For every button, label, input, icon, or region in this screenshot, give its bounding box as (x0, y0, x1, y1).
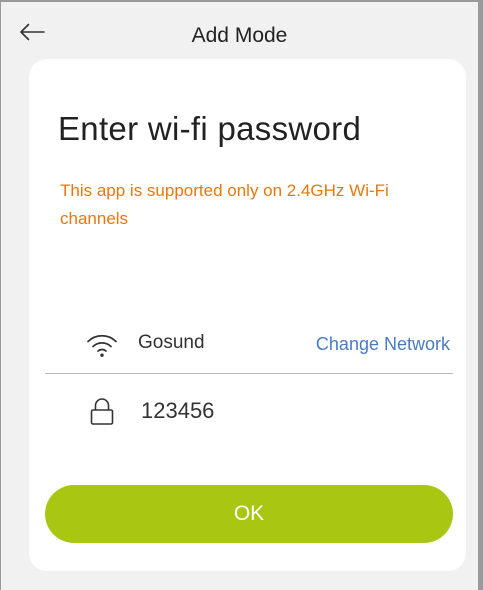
network-row: Gosund Change Network (45, 324, 450, 368)
page-title: Add Mode (191, 24, 288, 47)
ok-button[interactable]: OK (45, 485, 453, 543)
card-title: Enter wi-fi password (58, 110, 362, 147)
password-input[interactable] (141, 396, 431, 426)
divider (45, 373, 453, 374)
network-name: Gosund (138, 332, 205, 353)
lock-icon (90, 398, 114, 425)
band-warning-text: This app is supported only on 2.4GHz Wi-… (60, 181, 389, 228)
header: Add Mode (1, 2, 478, 58)
wifi-icon (87, 335, 117, 357)
change-network-link[interactable]: Change Network (316, 334, 450, 355)
password-row (45, 389, 450, 433)
add-mode-screen: Add Mode Enter wi-fi password This app i… (0, 0, 483, 590)
wifi-password-card: Enter wi-fi password This app is support… (29, 59, 466, 571)
